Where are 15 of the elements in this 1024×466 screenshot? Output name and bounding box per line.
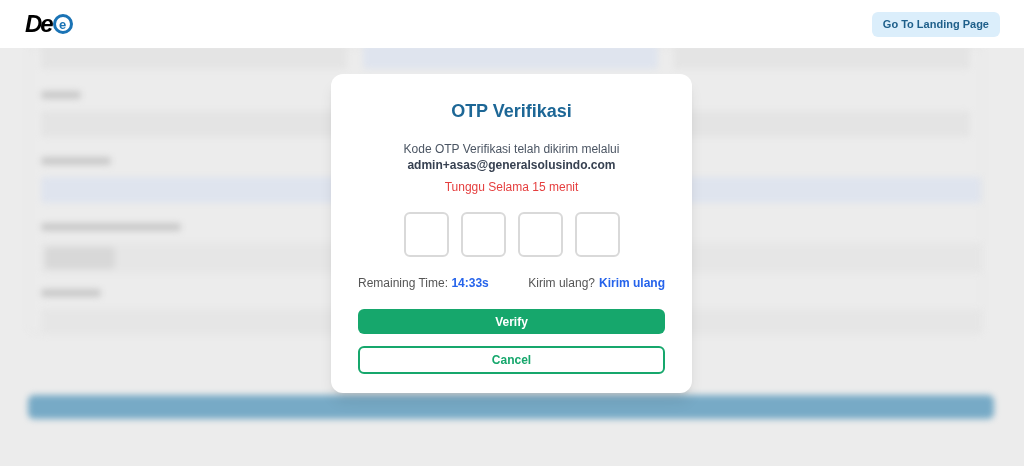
wait-notice: Tunggu Selama 15 menit bbox=[444, 179, 579, 195]
cancel-button[interactable]: Cancel bbox=[358, 346, 665, 374]
logo: De e bbox=[25, 12, 73, 36]
otp-message: Kode OTP Verifikasi telah dikirim melalui bbox=[403, 141, 620, 157]
resend-link[interactable]: Kirim ulang bbox=[599, 274, 665, 292]
verify-button[interactable]: Verify bbox=[358, 309, 665, 334]
otp-input-field[interactable] bbox=[517, 212, 563, 257]
otp-input-field[interactable] bbox=[460, 212, 506, 257]
email-address: admin+asas@generalsolusindo.com bbox=[407, 157, 616, 173]
modal-title: OTP Verifikasi bbox=[451, 100, 572, 123]
remaining-time: Remaining Time: 14:33s bbox=[358, 275, 489, 292]
otp-input-field[interactable] bbox=[574, 212, 620, 257]
resend-prompt: Kirim ulang? bbox=[528, 275, 595, 292]
otp-input-field[interactable] bbox=[403, 212, 449, 257]
landing-page-button[interactable]: Go To Landing Page bbox=[871, 11, 1000, 37]
